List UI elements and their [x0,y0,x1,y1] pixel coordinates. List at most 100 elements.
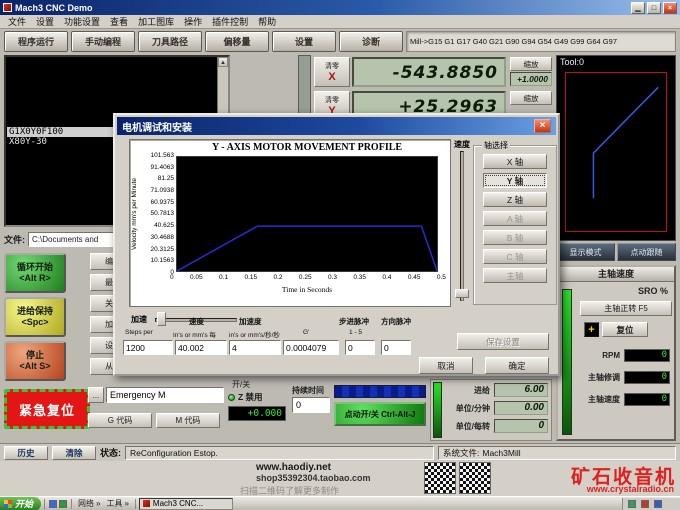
step-pulse-field[interactable]: 0 [345,340,375,355]
readout-row: 主轴速度0 [574,393,670,406]
clear-button[interactable]: 清除 [52,446,96,460]
screen-tab[interactable]: 诊断 [339,31,403,52]
taskbar-net-toolbar[interactable]: 网络 » [75,498,103,509]
z-inhibit-toggle[interactable]: Z 禁用 [228,391,263,403]
spindle-cw-button[interactable]: 主轴正转 F5 [580,301,672,316]
axis-select-button-6[interactable]: 主轴 [483,268,547,283]
y-tick-label: 30.4688 [151,234,175,241]
tray-icon[interactable] [628,500,636,508]
accel-slider-label: 加速 [131,314,147,325]
jog-follow-button[interactable]: 点动跟随 [617,243,676,261]
menu-item[interactable]: 文件 [3,15,31,28]
save-settings-button[interactable]: 保存设置 [457,333,549,350]
mdi-browse-button[interactable]: ... [88,387,104,403]
x-tick-label: 0.1 [219,274,228,281]
screen-tab[interactable]: 手动编程 [71,31,135,52]
velocity-slider-thumb[interactable] [455,289,469,298]
accel-field[interactable]: 4 [229,340,281,355]
velocity-slider-track[interactable] [460,151,464,301]
file-label: 文件: [4,233,25,246]
axis-select-button-2[interactable]: Z 轴 [483,192,547,207]
menu-item[interactable]: 插件控制 [207,15,253,28]
menu-item[interactable]: 操作 [179,15,207,28]
velocity-field[interactable]: 40.002 [175,340,227,355]
menu-item[interactable]: 功能设置 [59,15,105,28]
maximize-icon[interactable]: □ [647,2,661,14]
velocity-slider-label: 速度 [454,139,470,150]
axis-select-button-3[interactable]: A 轴 [483,211,547,226]
scale-x-button[interactable]: 缩放 [510,57,552,71]
quicklaunch-icon[interactable] [59,500,67,508]
axis-select-button-0[interactable]: X 轴 [483,154,547,169]
screen-tab[interactable]: 程序运行 [4,31,68,52]
duration-field[interactable]: 0 [292,397,330,413]
dialog-titlebar[interactable]: 电机调试和安装 × [117,117,556,135]
scale-y-button[interactable]: 缩放 [510,91,552,105]
history-button[interactable]: 历史 [4,446,48,460]
dir-pulse-column-title: 方向脉冲 [381,316,411,327]
stop-button[interactable]: 停止 <Alt S> [4,341,66,381]
axis-select-button-1[interactable]: Y 轴 [483,173,547,188]
gcodes-button[interactable]: G 代码 [88,413,152,428]
g-label: G' [303,329,309,336]
jog-mode-bar[interactable] [334,385,426,398]
velocity-units-label: In's or mm's 每 [173,329,216,339]
chart-xticks: 00.050.10.150.20.250.30.350.40.450.5 [170,274,446,281]
screen-tab[interactable]: 设置 [272,31,336,52]
display-mode-button[interactable]: 显示模式 [556,243,615,261]
menu-item[interactable]: 帮助 [253,15,281,28]
readout-row: 单位/分钟0.00 [445,401,548,415]
motor-tuning-dialog: 电机调试和安装 × Y - AXIS MOTOR MOVEMENT PROFIL… [113,113,560,376]
task-label: Mach3 CNC... [153,499,203,508]
steps-per-field[interactable]: 1200 [123,340,173,355]
tray-icon[interactable] [641,500,649,508]
accel-slider-thumb[interactable] [157,312,166,326]
ok-button[interactable]: 确定 [485,357,549,374]
accel-units-label: in's or mm's/秒/秒 [229,329,280,339]
close-icon[interactable]: × [663,2,677,14]
taskbar-task-mach3[interactable]: Mach3 CNC... [139,498,233,510]
cycle-start-button[interactable]: 循环开始 <Alt R> [4,253,66,293]
mcodes-button[interactable]: M 代码 [156,413,220,428]
readout-value: 0 [624,393,670,406]
axis-select-button-5[interactable]: C 轴 [483,249,547,264]
dialog-close-icon[interactable]: × [534,119,551,133]
emergency-reset-button[interactable]: 紧急复位 [4,389,90,429]
z-inhibit-label: Z 禁用 [238,391,263,403]
spindle-title: 主轴速度 [558,267,674,282]
cancel-button[interactable]: 取消 [419,357,473,374]
y-tick-label: 60.9375 [151,199,175,206]
spindle-reset-button[interactable]: 复位 [602,322,648,337]
mdi-input[interactable]: Emergency M [106,387,224,403]
zero-x-button[interactable]: 清零 X [314,57,350,87]
start-button[interactable]: 开始 [0,497,41,510]
axis-select-button-4[interactable]: B 轴 [483,230,547,245]
spindle-meter[interactable] [562,289,572,435]
menu-item[interactable]: 加工图库 [133,15,179,28]
menu-item[interactable]: 设置 [31,15,59,28]
screen-tab[interactable]: 刀具路径 [138,31,202,52]
jog-onoff-button[interactable]: 点动开/关 Ctrl-Alt-J [334,402,426,426]
active-gcodes-box: Mill->G15 G1 G17 G40 G21 G90 G94 G54 G49… [406,31,676,52]
feed-meter[interactable] [433,382,442,438]
screen-tab[interactable]: 偏移量 [205,31,269,52]
x-tick-label: 0.15 [244,274,257,281]
toolpath-display [565,72,667,232]
tray-icon[interactable] [654,500,662,508]
y-tick-label: 71.0938 [151,187,175,194]
minimize-icon[interactable]: ▁ [631,2,645,14]
feed-hold-button[interactable]: 进给保持 <Spc> [4,297,66,337]
menu-item[interactable]: 查看 [105,15,133,28]
window-title: Mach3 CNC Demo [15,3,93,13]
y-tick-label: 81.25 [158,175,174,182]
taskbar-tools-toolbar[interactable]: 工具 » [103,498,131,509]
dir-pulse-field[interactable]: 0 [381,340,411,355]
g-field[interactable]: 0.0004079 [283,340,339,355]
quicklaunch-icon[interactable] [49,500,57,508]
taskbar-separator [71,499,72,509]
toolpath-panel[interactable]: Tool:0 [556,55,676,241]
system-tray [622,498,680,510]
scroll-up-icon[interactable]: ▲ [218,57,228,67]
profile-value: Mach3Mill [482,447,520,459]
start-label: 开始 [15,497,33,510]
